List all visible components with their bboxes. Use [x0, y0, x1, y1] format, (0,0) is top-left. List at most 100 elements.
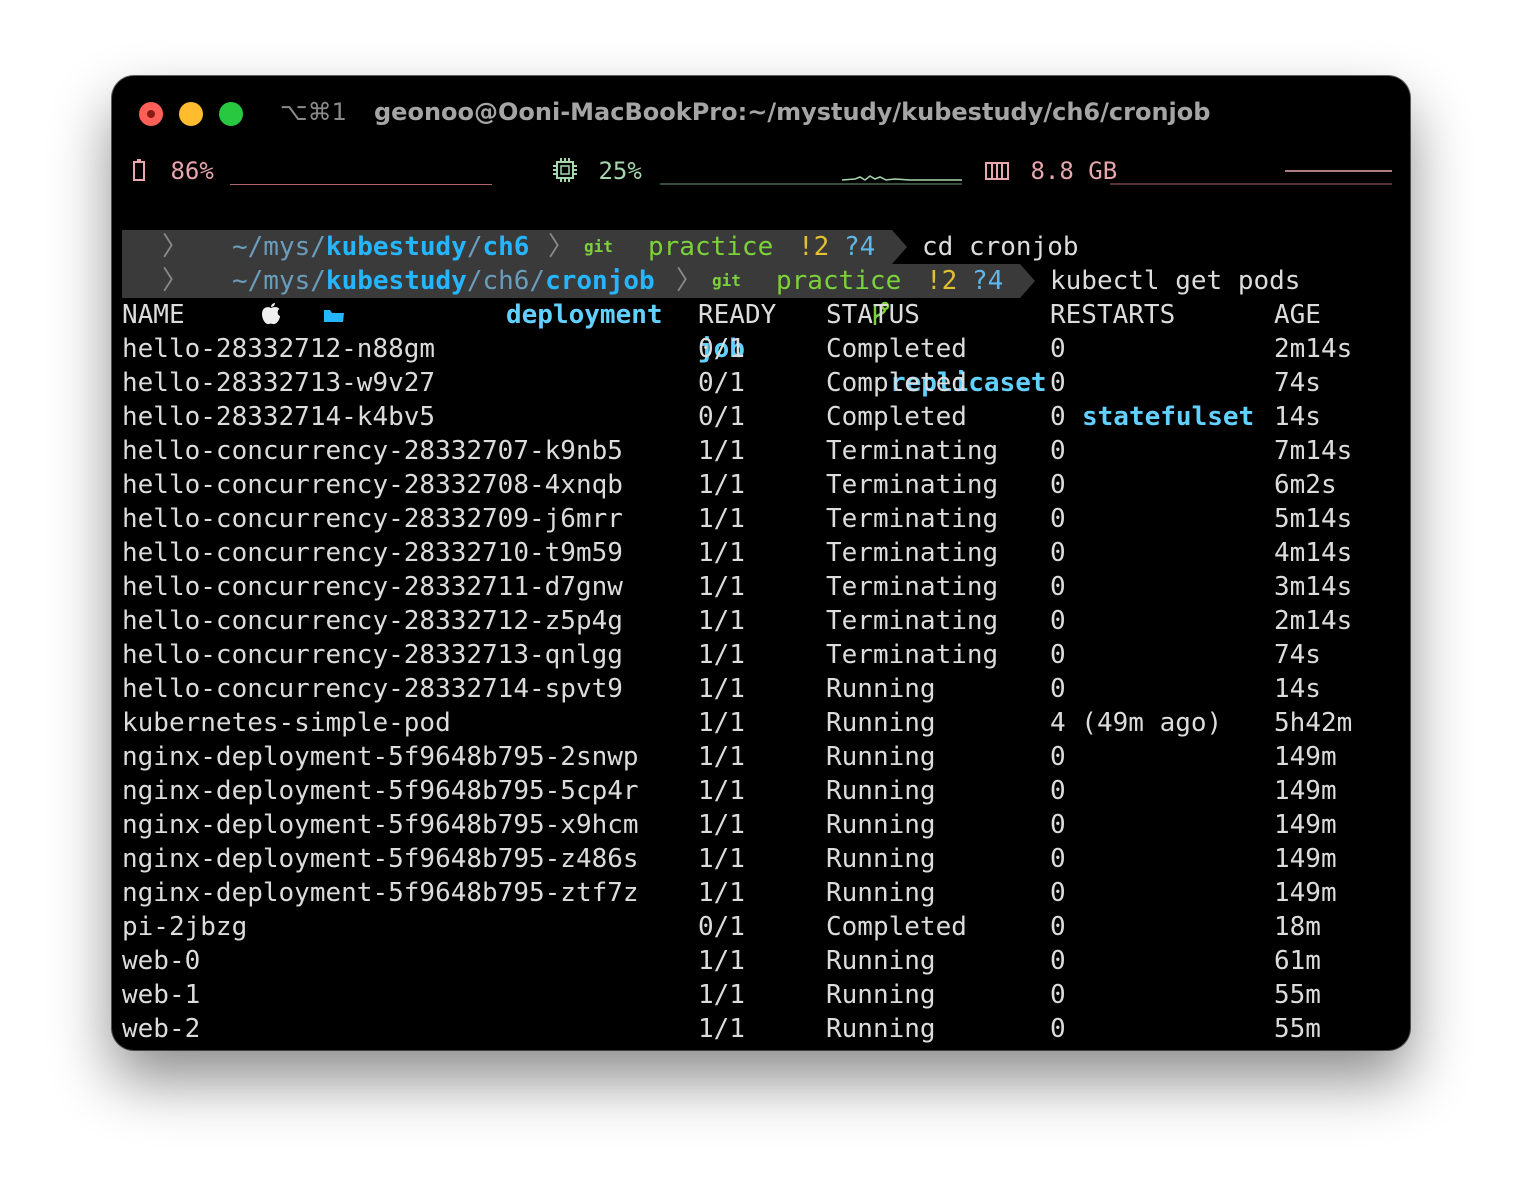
pod-age: 74s [1274, 368, 1321, 398]
pod-restarts: 0 [1050, 946, 1066, 976]
pod-ready: 1/1 [698, 504, 745, 534]
pod-name: nginx-deployment-5f9648b795-z486s [122, 844, 639, 874]
pod-status: Terminating [826, 538, 999, 568]
pod-restarts: 0 [1050, 912, 1066, 942]
pod-age: 149m [1274, 810, 1337, 840]
memory-graph [1110, 170, 1392, 185]
table-row: web-1 1/1 Running 0 55m [122, 978, 1402, 1012]
table-row: nginx-deployment-5f9648b795-ztf7z 1/1 Runn… [122, 876, 1402, 910]
prompt-line: 〉 ~/mys/kubestudy/ch6 〉 git practice !2 … [122, 230, 1402, 291]
title-bar[interactable]: ⌥⌘1 geonoo@Ooni-MacBookPro:~/mystudy/kub… [112, 76, 1410, 152]
table-row: hello-concurrency-28332708-4xnqb 1/1 Termi… [122, 468, 1402, 502]
table-row: nginx-deployment-5f9648b795-x9hcm 1/1 Runn… [122, 808, 1402, 842]
cpu-value: 25% [598, 157, 642, 185]
table-row: hello-concurrency-28332712-z5p4g 1/1 Termi… [122, 604, 1402, 638]
pod-age: 2m14s [1274, 606, 1353, 636]
pod-ready: 1/1 [698, 606, 745, 636]
table-row: kubernetes-simple-pod 1/1 Running 4 (49m ag… [122, 706, 1402, 740]
pod-age: 61m [1274, 946, 1321, 976]
current-path: ~/mys/kubestudy/ch6/cronjob [232, 266, 655, 296]
table-row: web-0 1/1 Running 0 61m [122, 944, 1402, 978]
pod-name: pi-2jbzg [122, 912, 248, 942]
table-row: nginx-deployment-5f9648b795-z486s 1/1 Runn… [122, 842, 1402, 876]
close-button[interactable] [139, 102, 163, 126]
pod-age: 74s [1274, 640, 1321, 670]
tab-shortcut: ⌥⌘1 [280, 98, 347, 126]
pod-name: web-1 [122, 980, 201, 1010]
pod-restarts: 0 [1050, 878, 1066, 908]
pod-status: Running [826, 674, 936, 704]
column-header-age: AGE [1274, 300, 1321, 330]
command: cd cronjob [922, 232, 1079, 262]
pod-status: Terminating [826, 606, 999, 636]
battery-value: 86% [170, 157, 214, 185]
table-row: hello-concurrency-28332710-t9m59 1/1 Termi… [122, 536, 1402, 570]
pod-status: Terminating [826, 470, 999, 500]
pod-ready: 0/1 [698, 912, 745, 942]
pod-restarts: 0 [1050, 470, 1066, 500]
table-row: hello-28332713-w9v27 0/1 Completed 0 74s [122, 366, 1402, 400]
pod-ready: 1/1 [698, 810, 745, 840]
pod-ready: 1/1 [698, 538, 745, 568]
pod-restarts: 0 [1050, 504, 1066, 534]
battery-icon [132, 157, 160, 185]
pod-age: 3m14s [1274, 572, 1353, 602]
pod-age: 149m [1274, 742, 1337, 772]
pod-name: hello-28332712-n88gm [122, 334, 436, 364]
git-icon: git [584, 237, 613, 256]
pod-name: hello-28332713-w9v27 [122, 368, 436, 398]
cpu-icon [552, 157, 592, 185]
column-header-status: STATUS [826, 300, 920, 330]
ls-output-line: cronjob daemonset deployment job replica… [122, 196, 1402, 432]
pod-status: Running [826, 742, 936, 772]
minimize-button[interactable] [179, 102, 203, 126]
table-row: web-2 1/1 Running 0 55m [122, 1012, 1402, 1046]
pod-status: Running [826, 776, 936, 806]
pod-name: hello-concurrency-28332707-k9nb5 [122, 436, 623, 466]
battery-graph [230, 184, 492, 185]
pod-age: 149m [1274, 776, 1337, 806]
pod-age: 5h42m [1274, 708, 1353, 738]
table-row: pi-2jbzg 0/1 Completed 0 18m [122, 910, 1402, 944]
pod-name: hello-concurrency-28332714-spvt9 [122, 674, 623, 704]
terminal-window[interactable]: ⌥⌘1 geonoo@Ooni-MacBookPro:~/mystudy/kub… [112, 76, 1410, 1050]
pod-ready: 1/1 [698, 742, 745, 772]
pod-age: 4m14s [1274, 538, 1353, 568]
cpu-status: 25% [552, 156, 642, 196]
command: kubectl get pods [1050, 266, 1301, 296]
pod-ready: 0/1 [698, 402, 745, 432]
pod-restarts: 0 [1050, 776, 1066, 806]
pod-status: Running [826, 980, 936, 1010]
pod-restarts: 0 [1050, 368, 1066, 398]
pod-age: 14s [1274, 402, 1321, 432]
git-icon: git [712, 271, 741, 290]
pod-restarts: 0 [1050, 1014, 1066, 1044]
pod-name: hello-28332714-k4bv5 [122, 402, 436, 432]
table-row: hello-concurrency-28332713-qnlgg 1/1 Termi… [122, 638, 1402, 672]
pod-ready: 1/1 [698, 470, 745, 500]
memory-value: 8.8 GB [1030, 157, 1118, 185]
table-row: hello-concurrency-28332711-d7gnw 1/1 Termi… [122, 570, 1402, 604]
memory-status: 8.8 GB [984, 156, 1117, 196]
pod-ready: 1/1 [698, 946, 745, 976]
pod-status: Running [826, 810, 936, 840]
pod-name: nginx-deployment-5f9648b795-ztf7z [122, 878, 639, 908]
pod-restarts: 0 [1050, 436, 1066, 466]
table-row: nginx-deployment-5f9648b795-2snwp 1/1 Runn… [122, 740, 1402, 774]
pod-ready: 1/1 [698, 844, 745, 874]
zoom-button[interactable] [219, 102, 243, 126]
pod-age: 2m14s [1274, 334, 1353, 364]
pod-name: hello-concurrency-28332711-d7gnw [122, 572, 623, 602]
pod-restarts: 0 [1050, 742, 1066, 772]
pod-status: Terminating [826, 436, 999, 466]
chevron-right-icon: 〉 [676, 266, 703, 296]
cpu-graph [660, 175, 962, 185]
pod-restarts: 0 [1050, 810, 1066, 840]
pod-age: 5m14s [1274, 504, 1353, 534]
pod-restarts: 0 [1050, 606, 1066, 636]
pod-name: hello-concurrency-28332712-z5p4g [122, 606, 623, 636]
pod-age: 149m [1274, 844, 1337, 874]
column-header-name: NAME [122, 300, 185, 330]
pod-age: 55m [1274, 1014, 1321, 1044]
pod-ready: 1/1 [698, 708, 745, 738]
